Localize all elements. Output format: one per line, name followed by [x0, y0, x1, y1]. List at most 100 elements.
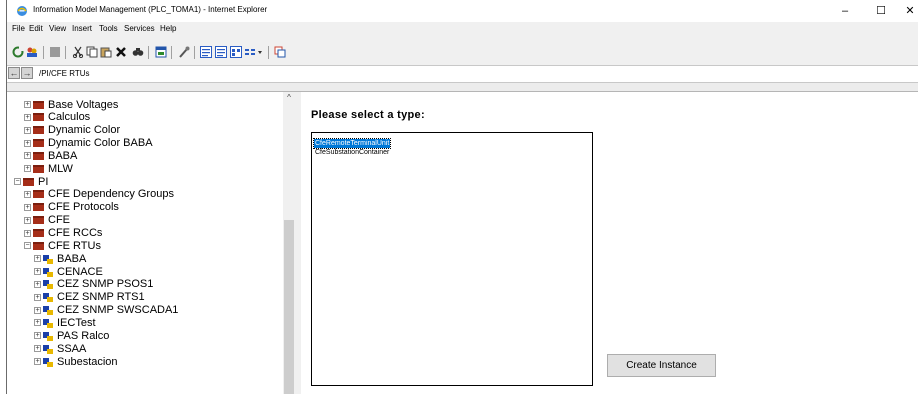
toolbar-separator	[194, 46, 195, 59]
tree-item[interactable]: + CENACE	[34, 265, 103, 278]
tree-item[interactable]: + CEZ SNMP SWSCADA1	[34, 304, 178, 317]
copy-icon[interactable]	[86, 46, 98, 58]
tools-icon[interactable]	[178, 46, 190, 58]
folder-icon	[33, 229, 44, 237]
find-icon[interactable]	[132, 46, 144, 58]
menu-help[interactable]: Help	[160, 24, 176, 33]
tree-item[interactable]: + Dynamic Color	[24, 124, 120, 137]
expand-icon[interactable]: +	[24, 152, 31, 160]
rtu-icon	[43, 344, 53, 354]
collapse-icon[interactable]: −	[14, 178, 21, 186]
settings-icon[interactable]	[274, 46, 286, 58]
paste-icon[interactable]	[100, 46, 112, 58]
cut-icon[interactable]	[72, 46, 84, 58]
tree-item[interactable]: + CFE	[24, 214, 70, 227]
expand-icon[interactable]: +	[34, 306, 41, 314]
folder-icon	[33, 139, 44, 148]
expand-icon[interactable]: +	[34, 319, 41, 327]
expand-icon[interactable]: +	[34, 255, 41, 263]
tree-item-label: CFE	[48, 214, 70, 227]
pane-header-band	[7, 83, 918, 92]
tree-item[interactable]: + CEZ SNMP RTS1	[34, 291, 145, 304]
expand-icon[interactable]: +	[34, 358, 41, 365]
delete-icon[interactable]	[115, 46, 127, 58]
menu-services[interactable]: Services	[124, 24, 155, 33]
tree-item-label: CEZ SNMP SWSCADA1	[57, 304, 179, 317]
tree-item[interactable]: + CEZ SNMP PSOS1	[34, 278, 153, 291]
view-icon[interactable]	[215, 46, 227, 58]
address-path[interactable]: /PI/CFE RTUs	[39, 69, 90, 78]
expand-icon[interactable]: +	[34, 345, 41, 353]
tree-item-label: PAS Ralco	[57, 329, 110, 342]
details-view-icon[interactable]	[244, 46, 264, 58]
tree-item[interactable]: + MLW	[24, 162, 73, 175]
expand-icon[interactable]: +	[24, 216, 31, 224]
tree-item[interactable]: + Calculos	[24, 111, 90, 124]
tree-item[interactable]: + CFE RCCs	[24, 227, 102, 240]
rtu-icon	[43, 306, 53, 316]
type-option[interactable]: CfeRemoteTerminalUnit	[312, 138, 392, 149]
rtu-icon	[43, 267, 53, 277]
expand-icon[interactable]: +	[24, 165, 31, 173]
tree-item-label: CFE Protocols	[48, 201, 119, 214]
tree-item[interactable]: + SSAA	[34, 342, 86, 355]
menu-insert[interactable]: Insert	[72, 24, 92, 33]
window-icon[interactable]	[155, 46, 167, 58]
folder-icon	[33, 241, 44, 250]
scroll-thumb[interactable]	[284, 220, 294, 394]
maximize-button[interactable]: ☐	[866, 2, 896, 20]
collapse-icon[interactable]: −	[24, 242, 31, 250]
folder-icon	[33, 164, 44, 173]
expand-icon[interactable]: +	[24, 229, 31, 237]
tree-item-label: Dynamic Color BABA	[48, 137, 153, 150]
toolbar	[7, 37, 918, 64]
menu-file[interactable]: File	[12, 24, 25, 33]
tree-item[interactable]: + Subestacion	[34, 355, 118, 368]
tree-item[interactable]: + CFE Dependency Groups	[24, 188, 174, 201]
tree-item[interactable]: + IECTest	[34, 316, 96, 329]
menu-view[interactable]: View	[49, 24, 66, 33]
tree-item-label: BABA	[57, 252, 87, 265]
expand-icon[interactable]: +	[24, 203, 31, 211]
type-listbox[interactable]: CfeRemoteTerminalUnit CfeSubstationConta…	[311, 132, 593, 386]
tree-item[interactable]: − PI	[14, 175, 48, 188]
menu-bar: File Edit View Insert Tools Services Hel…	[7, 22, 918, 36]
folder-icon	[33, 126, 44, 135]
folder-icon	[33, 100, 44, 109]
expand-icon[interactable]: +	[24, 139, 31, 147]
tree-item[interactable]: + BABA	[24, 149, 77, 162]
back-button[interactable]: ←	[8, 67, 20, 79]
tree-item[interactable]: + CFE Protocols	[24, 201, 119, 214]
view-icon[interactable]	[230, 46, 242, 58]
expand-icon[interactable]: +	[34, 293, 41, 301]
scroll-up-icon[interactable]: ^	[283, 92, 295, 104]
expand-icon[interactable]: +	[34, 268, 41, 276]
expand-icon[interactable]: +	[34, 332, 41, 340]
tree-item-label: IECTest	[57, 316, 96, 329]
tree-item[interactable]: + Base Voltages	[24, 98, 118, 111]
menu-edit[interactable]: Edit	[29, 24, 43, 33]
expand-icon[interactable]: +	[24, 113, 31, 121]
close-button[interactable]: ✕	[901, 2, 918, 20]
type-option[interactable]: CfeSubstationContainer	[314, 148, 390, 157]
tree-item[interactable]: + BABA	[34, 252, 86, 265]
minimize-button[interactable]: –	[830, 2, 860, 20]
view-icon[interactable]	[200, 46, 212, 58]
folder-icon	[33, 113, 44, 122]
expand-icon[interactable]: +	[24, 190, 31, 198]
tree-item[interactable]: − CFE RTUs	[24, 239, 101, 252]
expand-icon[interactable]: +	[24, 101, 31, 108]
forward-button[interactable]: →	[21, 67, 33, 79]
folder-icon	[33, 190, 44, 199]
users-icon[interactable]	[26, 46, 38, 58]
expand-icon[interactable]: +	[34, 280, 41, 288]
menu-tools[interactable]: Tools	[99, 24, 118, 33]
tree-scrollbar[interactable]: ^	[283, 92, 295, 394]
expand-icon[interactable]: +	[24, 126, 31, 134]
refresh-icon[interactable]	[12, 46, 24, 58]
stop-icon[interactable]	[49, 46, 61, 58]
tree-item[interactable]: + PAS Ralco	[34, 329, 109, 342]
tree-item[interactable]: + Dynamic Color BABA	[24, 137, 153, 150]
tree-item-label: CFE RCCs	[48, 227, 103, 239]
create-instance-button[interactable]: Create Instance	[607, 354, 716, 377]
